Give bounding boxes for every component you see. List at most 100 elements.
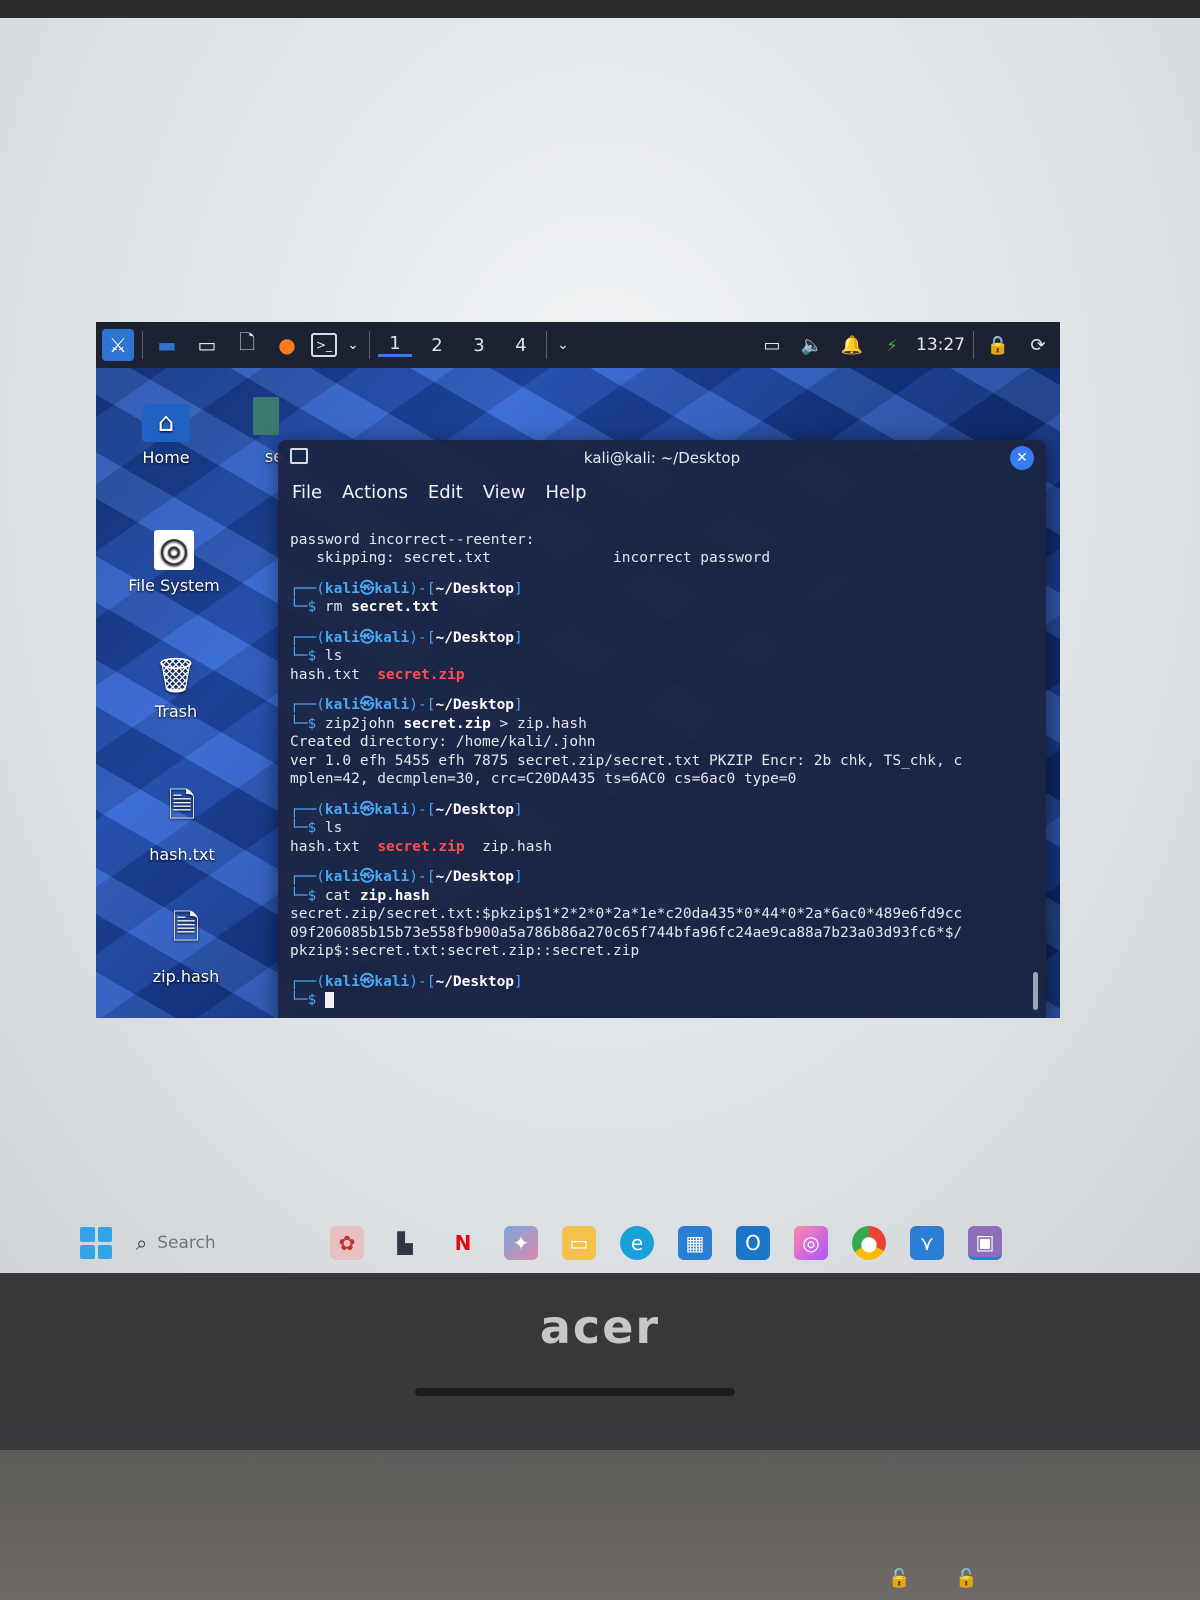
desktop-icon-zip-hash[interactable]: 🗎 zip.hash <box>126 904 246 986</box>
output-line: 09f206085b15b73e558fb900a5a786b86a270c65… <box>290 924 963 941</box>
terminal-title: kali@kali: ~/Desktop <box>583 449 741 467</box>
trash-icon: 🗑 <box>154 656 198 696</box>
search-placeholder: Search <box>157 1233 216 1253</box>
output-line: hash.txt secret.zip zip.hash <box>290 838 552 855</box>
command-line: └─$ ls <box>290 648 343 664</box>
display-icon[interactable]: ▭ <box>756 329 788 361</box>
terminal-output[interactable]: password incorrect--reenter: skipping: s… <box>278 508 1046 1018</box>
prompt-line: ┌──(kali㉿kali)-[~/Desktop] <box>290 580 523 597</box>
terminal-menubar: File Actions Edit View Help <box>278 476 1046 508</box>
chevron-down-icon[interactable]: ⌄ <box>555 329 571 361</box>
clock[interactable]: 13:27 <box>916 335 965 355</box>
volume-icon[interactable]: 🔈 <box>796 329 828 361</box>
widgets-icon[interactable]: ▙ <box>388 1226 422 1260</box>
desktop-icon-label: Home <box>142 448 190 467</box>
command-line: └─$ zip2john secret.zip > zip.hash <box>290 715 587 732</box>
edge-icon[interactable]: e <box>620 1226 654 1260</box>
terminal-icon <box>290 448 308 464</box>
laptop-brand-logo: acer <box>539 1300 661 1354</box>
kali-top-panel: ⚔ ▬ ▭ 🗋 ● >_ ⌄ 1 2 3 4 ⌄ ▭ 🔈 🔔 ⚡ 13:27 🔒… <box>96 322 1060 368</box>
panel-separator <box>546 331 547 359</box>
laptop-screen: ⚔ ▬ ▭ 🗋 ● >_ ⌄ 1 2 3 4 ⌄ ▭ 🔈 🔔 ⚡ 13:27 🔒… <box>0 18 1200 1273</box>
prompt-line: ┌──(kali㉿kali)-[~/Desktop] <box>290 973 523 990</box>
menu-file[interactable]: File <box>292 482 322 503</box>
workspace-4[interactable]: 4 <box>504 335 538 356</box>
output-line: mplen=42, decmplen=30, crc=C20DA435 ts=6… <box>290 771 797 787</box>
home-icon: ⌂ <box>142 404 190 442</box>
search-icon: ⌕ <box>136 1231 148 1255</box>
lock-icon[interactable]: 🔒 <box>982 329 1014 361</box>
prompt-line: ┌──(kali㉿kali)-[~/Desktop] <box>290 801 523 818</box>
prompt-line: ┌──(kali㉿kali)-[~/Desktop] <box>290 697 523 713</box>
app-icon[interactable]: ✿ <box>330 1226 364 1260</box>
output-line: hash.txt secret.zip <box>290 666 465 683</box>
disk-icon: ◎ <box>154 530 194 570</box>
logout-icon[interactable]: ⟳ <box>1022 329 1054 361</box>
output-line: password incorrect--reenter: <box>290 531 535 548</box>
desktop-icon-home[interactable]: ⌂ Home <box>106 404 226 467</box>
chevron-down-icon[interactable]: ⌄ <box>345 329 361 361</box>
search-box[interactable]: ⌕ Search <box>136 1231 306 1255</box>
desktop-icon-label: zip.hash <box>152 967 220 986</box>
chrome-icon[interactable]: ● <box>852 1226 886 1260</box>
workspace-1[interactable]: 1 <box>378 333 412 357</box>
menu-help[interactable]: Help <box>545 482 586 503</box>
text-editor-icon[interactable]: 🗋 <box>231 329 263 361</box>
desktop-icon-label: File System <box>128 576 220 595</box>
command-line: └─$ rm secret.txt <box>290 599 439 615</box>
laptop-hinge <box>415 1388 735 1396</box>
output-line: pkzip$:secret.txt:secret.zip::secret.zip <box>290 943 640 959</box>
menu-edit[interactable]: Edit <box>428 482 463 503</box>
vs-icon[interactable]: ⋎ <box>910 1226 944 1260</box>
desktop-icon-hash-txt[interactable]: 🗎 hash.txt <box>122 782 242 864</box>
desktop-icon-file-system[interactable]: ◎ File System <box>114 530 234 595</box>
output-line: Created directory: /home/kali/.john <box>290 734 596 750</box>
workspace-2[interactable]: 2 <box>420 335 454 356</box>
text-file-icon: 🗎 <box>168 786 196 826</box>
output-line: secret.zip/secret.txt:$pkzip$1*2*2*0*2a*… <box>290 906 963 922</box>
windows-start-icon[interactable] <box>80 1227 112 1259</box>
command-line: └─$ ls <box>290 820 343 836</box>
desktop-icon-label: hash.txt <box>149 845 215 864</box>
prompt-line: ┌──(kali㉿kali)-[~/Desktop] <box>290 629 523 646</box>
copilot-icon[interactable]: ✦ <box>504 1226 538 1260</box>
caps-lock-led-icon: 🔓 <box>888 1568 911 1589</box>
scrollbar[interactable] <box>1033 972 1038 1010</box>
command-line[interactable]: └─$ <box>290 991 1034 1010</box>
terminal-window[interactable]: kali@kali: ~/Desktop ✕ File Actions Edit… <box>278 440 1046 1018</box>
show-desktop-icon[interactable]: ▬ <box>151 329 183 361</box>
desktop-icon-label: Trash <box>154 702 198 721</box>
windows-taskbar: ⌕ Search ✿ ▙ N ✦ ▭ e ▦ O ◎ ● ⋎ ▣ <box>0 1213 1200 1273</box>
kali-menu-icon[interactable]: ⚔ <box>102 329 134 361</box>
panel-separator <box>973 331 974 359</box>
workspace-3[interactable]: 3 <box>462 335 496 356</box>
text-file-icon: 🗎 <box>172 908 200 948</box>
panel-separator <box>142 331 143 359</box>
output-line: skipping: secret.txt incorrect password <box>290 550 771 566</box>
num-lock-led-icon: 🔓 <box>955 1568 978 1589</box>
bell-icon[interactable]: 🔔 <box>836 329 868 361</box>
desktop-icon-trash[interactable]: 🗑 Trash <box>116 656 236 721</box>
virtualbox-icon[interactable]: ▣ <box>968 1226 1002 1260</box>
files-icon[interactable]: ▭ <box>191 329 223 361</box>
terminal-titlebar[interactable]: kali@kali: ~/Desktop ✕ <box>278 440 1046 476</box>
output-line: ver 1.0 efh 5455 efh 7875 secret.zip/sec… <box>290 752 963 769</box>
panel-separator <box>369 331 370 359</box>
instagram-icon[interactable]: ◎ <box>794 1226 828 1260</box>
store-icon[interactable]: ▦ <box>678 1226 712 1260</box>
menu-actions[interactable]: Actions <box>342 482 408 503</box>
prompt-line: ┌──(kali㉿kali)-[~/Desktop] <box>290 869 523 885</box>
kali-vm-window: ⚔ ▬ ▭ 🗋 ● >_ ⌄ 1 2 3 4 ⌄ ▭ 🔈 🔔 ⚡ 13:27 🔒… <box>96 322 1060 1018</box>
netflix-icon[interactable]: N <box>446 1226 480 1260</box>
command-line: └─$ cat zip.hash <box>290 887 430 904</box>
outlook-icon[interactable]: O <box>736 1226 770 1260</box>
close-icon[interactable]: ✕ <box>1010 446 1034 470</box>
firefox-icon[interactable]: ● <box>271 329 303 361</box>
menu-view[interactable]: View <box>483 482 526 503</box>
file-explorer-icon[interactable]: ▭ <box>562 1226 596 1260</box>
terminal-icon[interactable]: >_ <box>311 333 337 357</box>
archive-icon <box>253 397 279 435</box>
text-cursor <box>324 992 334 1008</box>
laptop-base <box>0 1450 1200 1600</box>
battery-icon[interactable]: ⚡ <box>876 329 908 361</box>
